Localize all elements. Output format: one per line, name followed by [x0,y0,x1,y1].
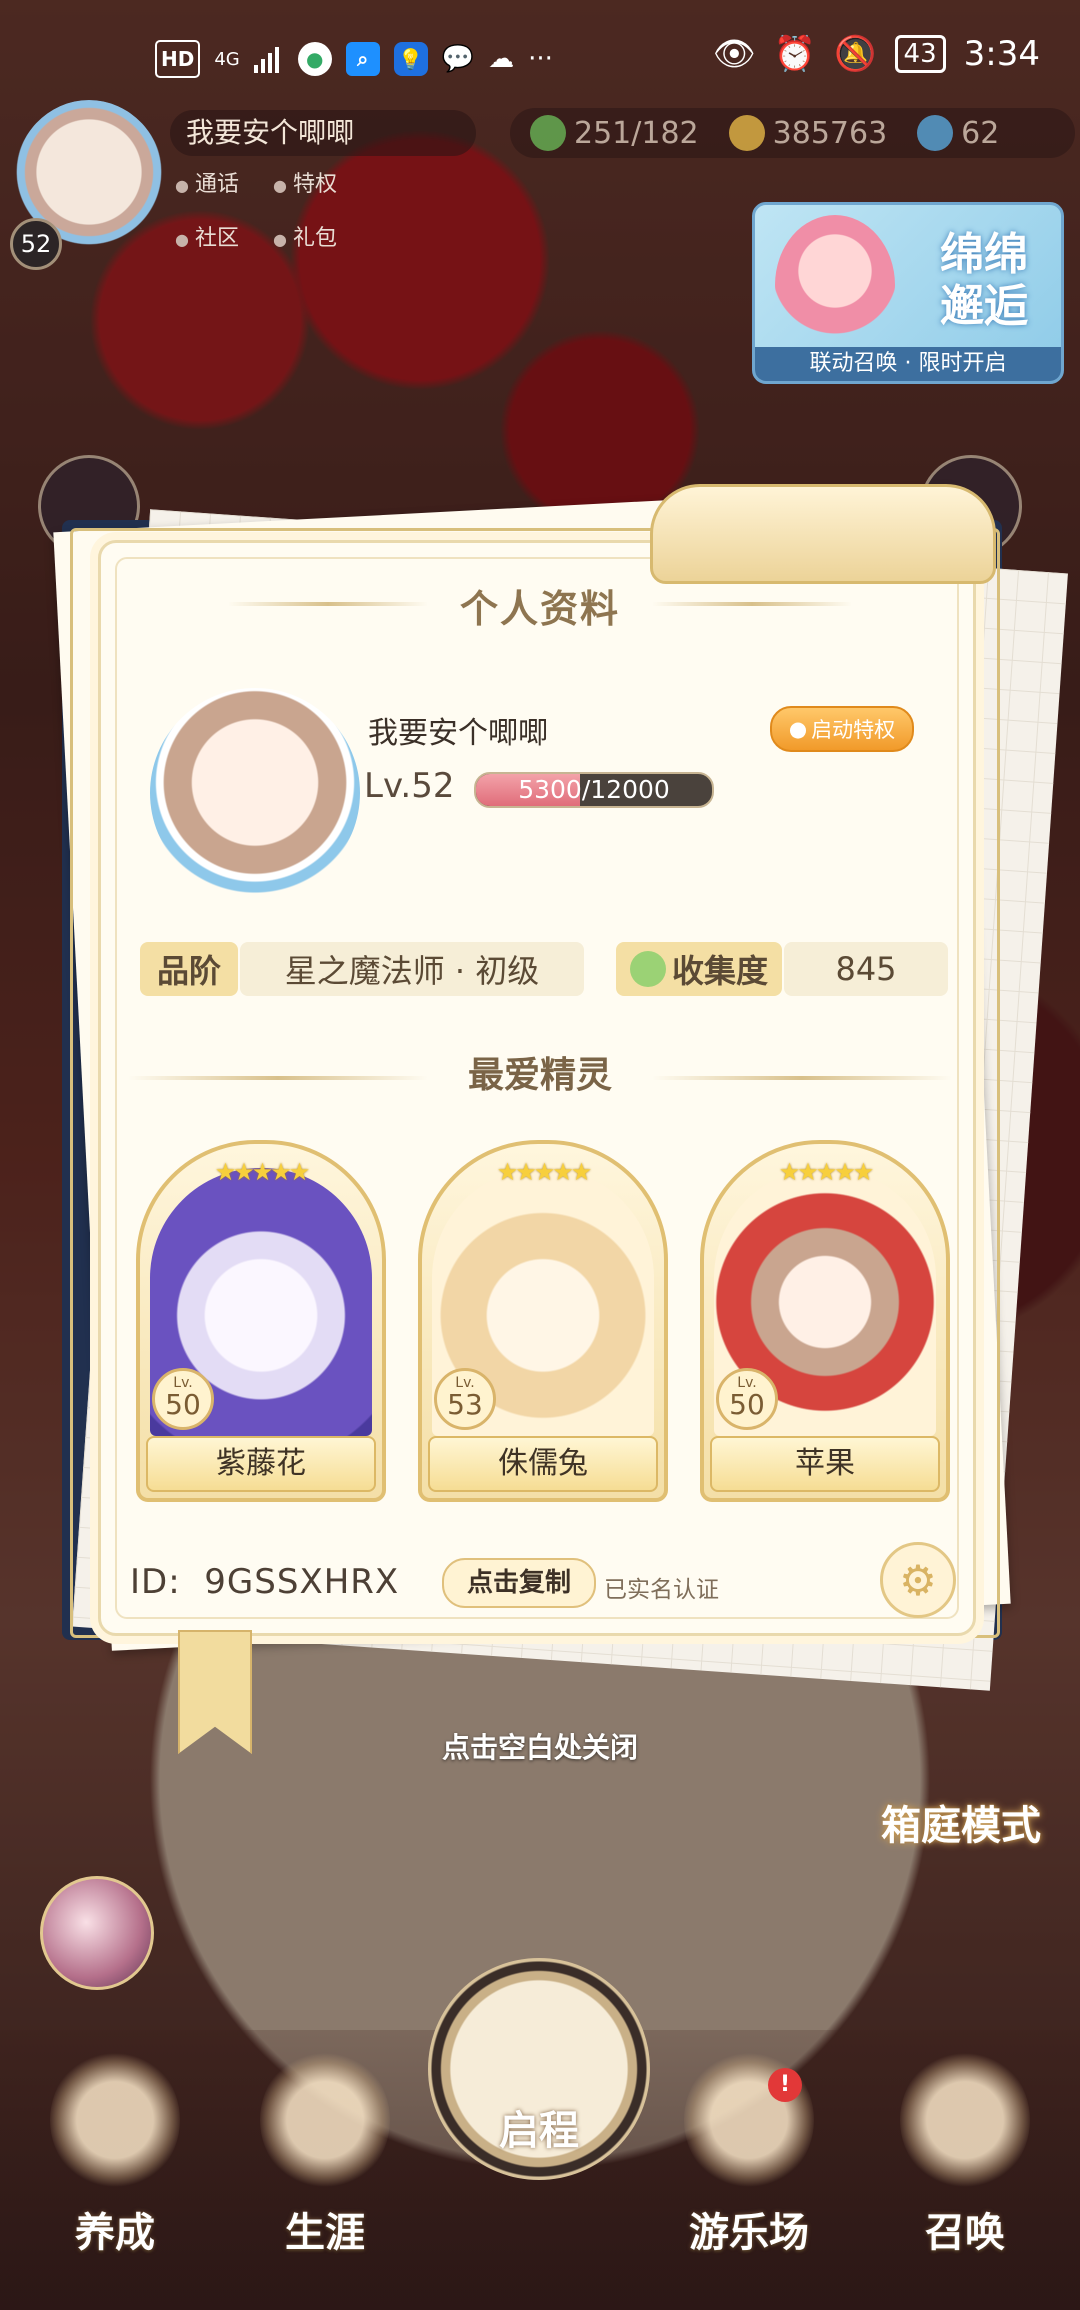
pet-name: 侏儒兔 [428,1436,658,1492]
title-ornament-right [652,602,852,606]
settings-gear-icon[interactable]: ⚙ [880,1542,956,1618]
verified-status: 已实名认证 [604,1577,719,1603]
bulb-app-icon: 💡 [393,42,428,76]
pet-level-badge: Lv. 50 [716,1368,778,1430]
profile-avatar[interactable] [150,688,360,898]
battery-icon: 43 [894,35,946,73]
pet-card-apple[interactable]: ★★★★★ Lv. 50 苹果 [700,1140,950,1502]
banner-title: 绵绵邂逅 [940,229,1028,332]
community-link[interactable]: 社区 [175,220,239,252]
crown-icon [260,2050,390,2190]
nav-develop[interactable]: 养成 [30,2040,200,2280]
nav-journey[interactable]: 启程 [428,1958,650,2180]
signal-icon [253,42,284,76]
pet-name: 紫藤花 [146,1436,376,1492]
rank-value: 星之魔法师 · 初级 [240,942,584,996]
currency-bar: 251/182 385763 62 [510,108,1075,158]
nav-summon[interactable]: 召唤 [880,2040,1050,2280]
privilege-button[interactable]: ● 启动特权 [770,706,914,752]
gift-link[interactable]: 礼包 [273,220,337,252]
chat-icon: 💬 [441,44,475,74]
privilege-link[interactable]: 特权 [273,166,337,198]
chat-bubble-icon: ● [788,717,808,741]
star-rating: ★★★★★ [496,1158,593,1186]
xp-text: 5300/12000 [518,775,670,804]
search-app-icon: ⌕ [345,42,380,76]
close-hint: 点击空白处关闭 [441,1731,638,1764]
pet-card-dwarf-rabbit[interactable]: ★★★★★ Lv. 53 侏儒兔 [418,1140,668,1502]
crystal-counter[interactable]: 62 [917,115,999,151]
network-type: 4G [214,48,240,70]
hud-links: 通话 特权 社区 礼包 [175,166,337,274]
more-notifications: ··· [528,44,553,74]
player-level-badge: 52 [10,218,62,270]
xp-bar: 5300/12000 [474,772,714,808]
coin-icon [728,115,765,151]
cloud-icon: ☁ [488,44,515,74]
level-label: Lv.52 [364,766,455,806]
card-top-ornament [650,484,996,584]
pet-name: 苹果 [710,1436,940,1492]
crystal-ball-icon[interactable] [40,1876,154,1990]
collection-value: 845 [784,942,948,996]
mute-icon: 🔕 [834,34,877,74]
character-icon [50,2050,180,2190]
collection-label: 收集度 [616,942,782,996]
nav-playground[interactable]: 游乐场 [664,2040,834,2280]
banner-subtitle: 联动召唤 · 限时开启 [755,347,1061,381]
coin-counter[interactable]: 385763 [728,115,887,151]
rank-label: 品阶 [140,942,238,996]
clock: 3:34 [963,34,1040,74]
banner-character [775,215,895,355]
card-icon [900,2050,1030,2190]
divider-right [652,1076,952,1080]
copy-id-button[interactable]: 点击复制 [442,1558,596,1608]
eye-icon: 👁 [712,34,756,74]
hd-icon: HD [155,40,201,78]
garden-mode-button[interactable]: 箱庭模式 [866,1800,1056,1950]
app-icon-ball: ● [297,42,332,76]
profile-title: 个人资料 [459,587,620,631]
nav-career[interactable]: 生涯 [240,2040,410,2280]
call-link[interactable]: 通话 [175,166,239,198]
star-rating: ★★★★★ [778,1158,875,1186]
alarm-icon: ⏰ [773,34,817,74]
nav-journey-label: 启程 [499,2108,579,2154]
pet-level-badge: Lv. 53 [434,1368,496,1430]
pet-card-wisteria[interactable]: ★★★★★ Lv. 50 紫藤花 [136,1140,386,1502]
flower-icon [629,951,666,987]
title-ornament-left [228,602,428,606]
star-rating: ★★★★★ [214,1158,311,1186]
favorites-title: 最爱精灵 [467,1055,612,1096]
player-name: 我要安个唧唧 [170,110,476,156]
clover-icon [530,115,566,151]
pet-level-badge: Lv. 50 [152,1368,214,1430]
notification-badge: ! [768,2068,802,2102]
clover-counter[interactable]: 251/182 [530,115,699,151]
status-bar: HD 4G ● ⌕ 💡 💬 ☁ ··· 👁 ⏰ 🔕 43 3:34 [0,0,1080,120]
event-banner[interactable]: 绵绵邂逅 联动召唤 · 限时开启 [752,202,1064,384]
player-id: ID: 9GSSXHRX [130,1562,400,1602]
profile-name: 我要安个唧唧 [368,716,548,751]
crystal-icon [917,115,954,151]
